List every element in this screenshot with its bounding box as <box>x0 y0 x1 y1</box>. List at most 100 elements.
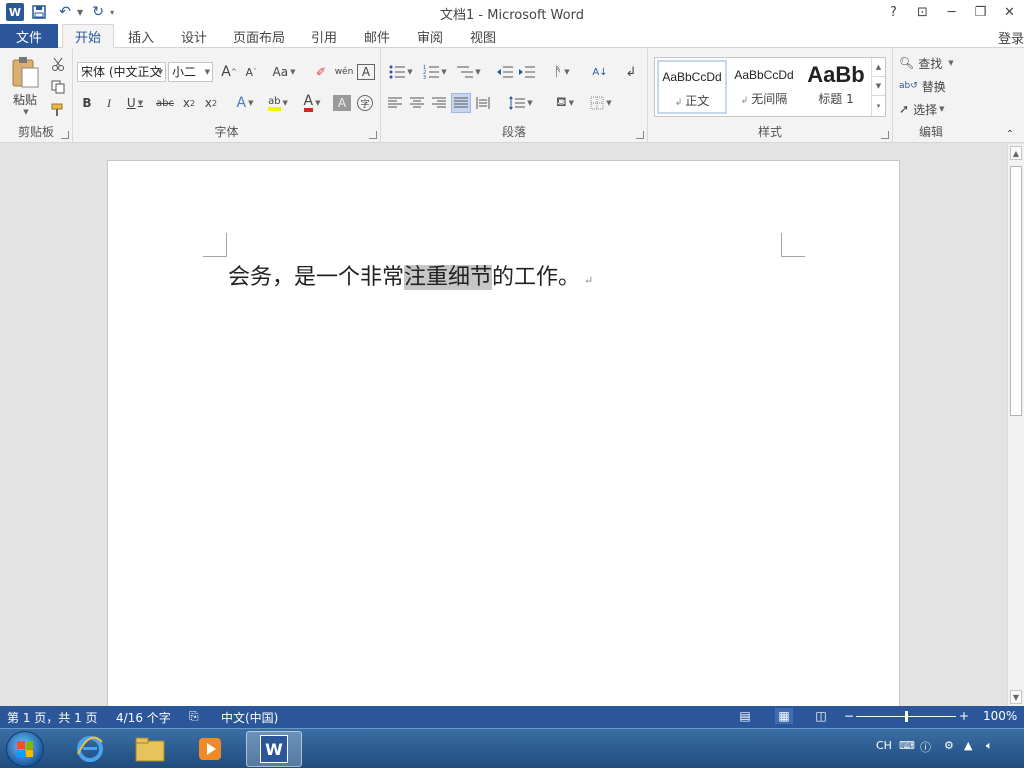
help-button[interactable]: ? <box>879 0 908 24</box>
undo-dropdown-icon[interactable]: ▼ <box>77 8 83 17</box>
ribbon-display-options-button[interactable]: ⊡ <box>908 0 937 24</box>
font-size-combo[interactable]: 小二 ▼ <box>168 62 213 82</box>
document-page[interactable]: 会务，是一个非常注重细节的工作。 ↵ <box>107 160 900 706</box>
tab-insert[interactable]: 插入 <box>120 24 162 49</box>
justify-button[interactable] <box>451 93 471 113</box>
style-heading-1[interactable]: AaBb 标题 1 <box>801 60 871 114</box>
print-layout-button[interactable]: ▦ <box>775 708 793 724</box>
phonetic-guide-button[interactable]: wén <box>333 62 355 82</box>
font-name-combo[interactable]: 宋体 (中文正文 ▼ <box>77 62 166 82</box>
shrink-font-button[interactable]: Aˇ <box>241 62 261 82</box>
zoom-in-button[interactable]: + <box>959 709 969 723</box>
tab-home[interactable]: 开始 <box>62 24 114 49</box>
decrease-indent-button[interactable] <box>495 62 515 82</box>
word-logo-icon[interactable]: W <box>6 3 24 21</box>
volume-icon[interactable]: 🔈︎ <box>986 739 993 753</box>
customize-qat-icon[interactable]: ▾ <box>110 8 114 17</box>
zoom-level[interactable]: 100% <box>983 709 1017 723</box>
taskbar-word[interactable]: W <box>246 731 302 767</box>
zoom-out-button[interactable]: − <box>844 709 854 723</box>
tab-view[interactable]: 视图 <box>462 24 504 49</box>
document-paragraph[interactable]: 会务，是一个非常注重细节的工作。 ↵ <box>228 259 593 291</box>
scroll-up-icon[interactable]: ▲ <box>1010 146 1022 160</box>
taskbar-media-player[interactable] <box>182 731 238 767</box>
distributed-button[interactable] <box>473 93 493 113</box>
language-status[interactable]: 中文(中国) <box>221 709 278 726</box>
clipboard-launcher-icon[interactable] <box>61 131 69 139</box>
show-marks-button[interactable]: ↲ <box>621 62 641 82</box>
tab-page-layout[interactable]: 页面布局 <box>228 24 290 49</box>
cut-button[interactable] <box>48 54 68 74</box>
shading-button[interactable]: ⛾ ▼ <box>549 93 581 113</box>
replace-button[interactable]: ab↺ 替换 <box>899 76 965 96</box>
bold-button[interactable]: B <box>77 93 97 113</box>
gallery-down-icon[interactable]: ▼ <box>872 77 885 96</box>
collapse-ribbon-button[interactable]: ⌃ <box>1000 124 1020 144</box>
help-tray-icon[interactable]: ⓘ <box>920 739 931 755</box>
format-painter-button[interactable] <box>48 100 68 120</box>
keyboard-icon[interactable]: ⌨ <box>899 739 915 752</box>
chinese-layout-button[interactable]: ᚫ ▼ <box>547 62 577 82</box>
enclose-characters-button[interactable]: 字 <box>355 93 375 113</box>
redo-button[interactable]: ↻ <box>87 2 109 22</box>
clear-formatting-button[interactable]: ✐ <box>311 62 331 82</box>
strikethrough-button[interactable]: abc <box>153 93 177 113</box>
numbering-button[interactable]: 1 2 3 ▼ <box>419 62 451 82</box>
zoom-slider-thumb[interactable] <box>905 711 908 722</box>
line-spacing-button[interactable]: ▼ <box>505 93 537 113</box>
font-size-dropdown-icon[interactable]: ▼ <box>205 63 210 81</box>
align-left-button[interactable] <box>385 93 405 113</box>
multilevel-list-button[interactable]: ▼ <box>453 62 485 82</box>
taskbar-internet-explorer[interactable] <box>62 731 118 767</box>
subscript-button[interactable]: x2 <box>179 93 199 113</box>
minimize-button[interactable]: ─ <box>937 0 966 24</box>
gallery-more-icon[interactable]: ▾ <box>872 96 885 115</box>
start-button[interactable] <box>6 731 44 767</box>
character-border-button[interactable]: A <box>357 64 375 80</box>
select-button[interactable]: ➚ 选择 ▼ <box>899 99 965 119</box>
proofing-icon[interactable]: ⎘ <box>189 709 199 724</box>
paste-dropdown-icon[interactable]: ▼ <box>8 108 44 116</box>
login-link[interactable]: 登录 <box>998 28 1024 47</box>
gallery-up-icon[interactable]: ▲ <box>872 58 885 77</box>
page-count-status[interactable]: 第 1 页，共 1 页 <box>7 709 98 726</box>
restore-button[interactable]: ❐ <box>966 0 995 24</box>
align-right-button[interactable] <box>429 93 449 113</box>
borders-button[interactable]: ▼ <box>585 93 617 113</box>
show-hidden-icons-icon[interactable]: ▲ <box>964 739 972 752</box>
copy-button[interactable] <box>48 77 68 97</box>
taskbar-file-explorer[interactable] <box>122 731 178 767</box>
tab-design[interactable]: 设计 <box>173 24 215 49</box>
highlight-button[interactable]: ab ▼ <box>263 93 293 113</box>
font-launcher-icon[interactable] <box>369 131 377 139</box>
font-color-button[interactable]: A ▼ <box>297 93 327 113</box>
tab-file[interactable]: 文件 <box>0 24 58 48</box>
tab-review[interactable]: 审阅 <box>409 24 451 49</box>
font-name-dropdown-icon[interactable]: ▼ <box>158 63 163 81</box>
undo-button[interactable]: ↶ <box>54 2 76 22</box>
underline-button[interactable]: U ▼ <box>121 93 149 113</box>
tab-references[interactable]: 引用 <box>303 24 345 49</box>
italic-button[interactable]: I <box>99 93 119 113</box>
vertical-scrollbar[interactable]: ▲ ▼ <box>1007 144 1024 706</box>
paste-button[interactable]: 粘贴 ▼ <box>6 56 44 120</box>
text-after-selection[interactable]: 的工作。 <box>492 265 580 290</box>
tray-language[interactable]: CH <box>876 739 892 752</box>
paragraph-launcher-icon[interactable] <box>636 131 644 139</box>
change-case-button[interactable]: Aa ▼ <box>269 62 299 82</box>
selected-text[interactable]: 注重细节 <box>404 265 493 290</box>
superscript-button[interactable]: x2 <box>201 93 221 113</box>
read-mode-button[interactable]: ▤ <box>736 708 754 724</box>
styles-launcher-icon[interactable] <box>881 131 889 139</box>
grow-font-button[interactable]: A ^ <box>219 62 239 82</box>
scroll-thumb[interactable] <box>1010 166 1022 416</box>
character-shading-button[interactable]: A <box>333 95 351 111</box>
save-button[interactable] <box>28 2 50 22</box>
bullets-button[interactable]: ▼ <box>385 62 417 82</box>
close-button[interactable]: ✕ <box>995 0 1024 24</box>
text-effects-button[interactable]: A ▼ <box>231 93 259 113</box>
tray-settings-icon[interactable]: ⚙ <box>944 739 954 752</box>
web-layout-button[interactable]: ◫ <box>812 708 830 724</box>
sort-button[interactable]: A↓ <box>589 62 611 82</box>
text-before-selection[interactable]: 会务，是一个非常 <box>228 265 404 290</box>
